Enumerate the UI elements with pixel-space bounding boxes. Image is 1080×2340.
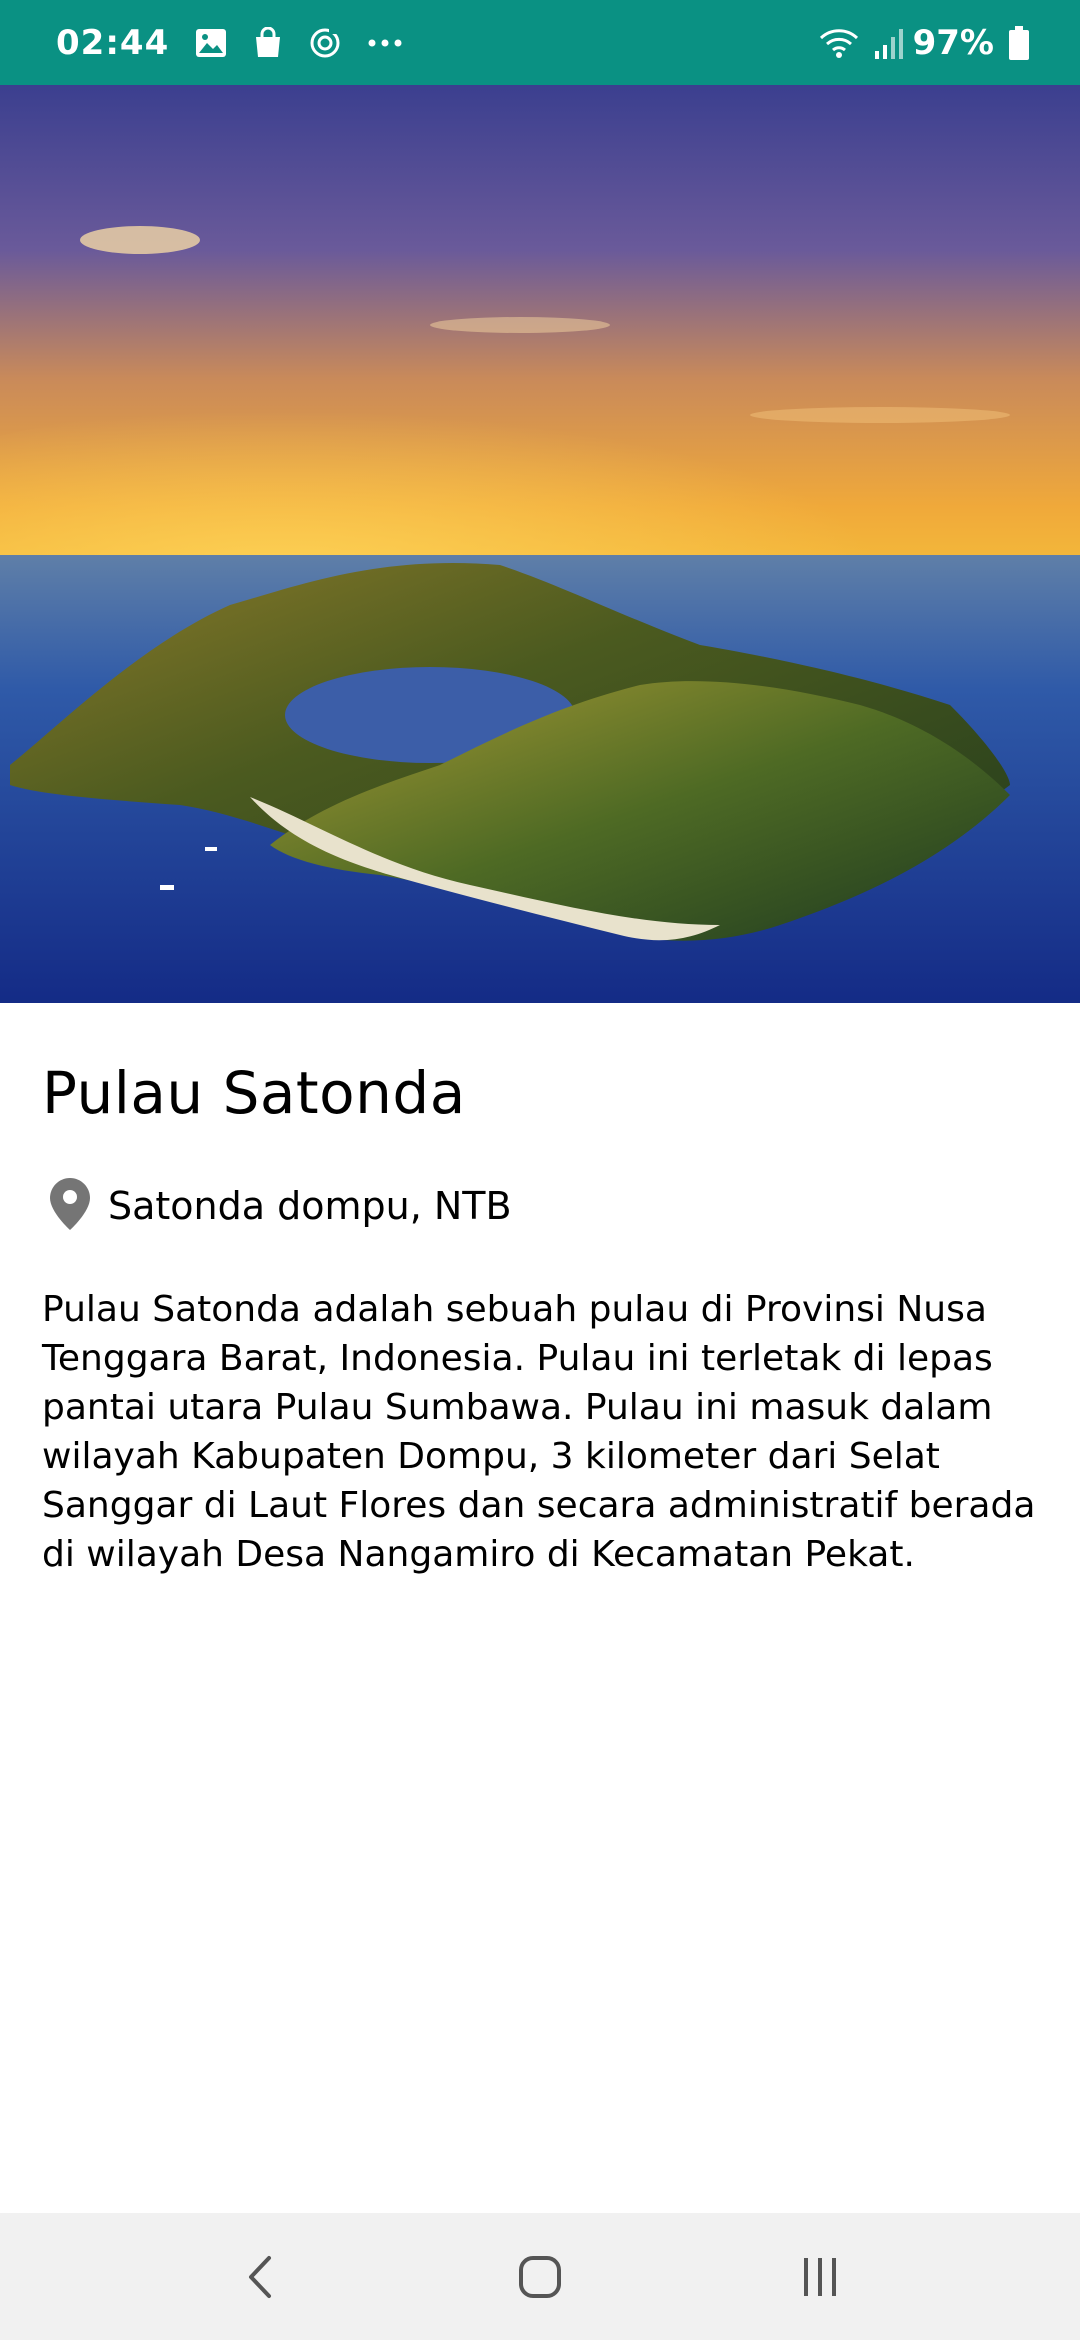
bag-icon [253, 26, 283, 59]
status-right: 97% [805, 23, 1030, 63]
back-button[interactable] [200, 2227, 320, 2327]
back-icon [249, 2255, 271, 2298]
recents-icon [804, 2257, 836, 2296]
sync-icon [309, 27, 341, 59]
battery-percentage: 97% [912, 22, 994, 63]
status-left: 02:44 [56, 23, 403, 63]
place-description: Pulau Satonda adalah sebuah pulau di Pro… [42, 1289, 1036, 1575]
gallery-icon [195, 28, 227, 58]
place-title: Pulau Satonda [42, 1059, 466, 1127]
home-icon [519, 2255, 561, 2298]
battery-icon [1008, 25, 1030, 60]
hero-image [0, 85, 1080, 1003]
signal-icon [873, 27, 903, 59]
navigation-bar [0, 2213, 1080, 2340]
recents-button[interactable] [760, 2227, 880, 2327]
status-time: 02:44 [56, 22, 170, 63]
home-button[interactable] [480, 2227, 600, 2327]
location-label: Satonda dompu, NTB [108, 1184, 512, 1228]
place-location: Satonda dompu, NTB [50, 1178, 512, 1234]
location-pin-icon [50, 1178, 90, 1234]
wifi-icon [819, 26, 859, 60]
more-icon [367, 38, 403, 48]
status-bar: 02:44 97% [0, 0, 1080, 85]
